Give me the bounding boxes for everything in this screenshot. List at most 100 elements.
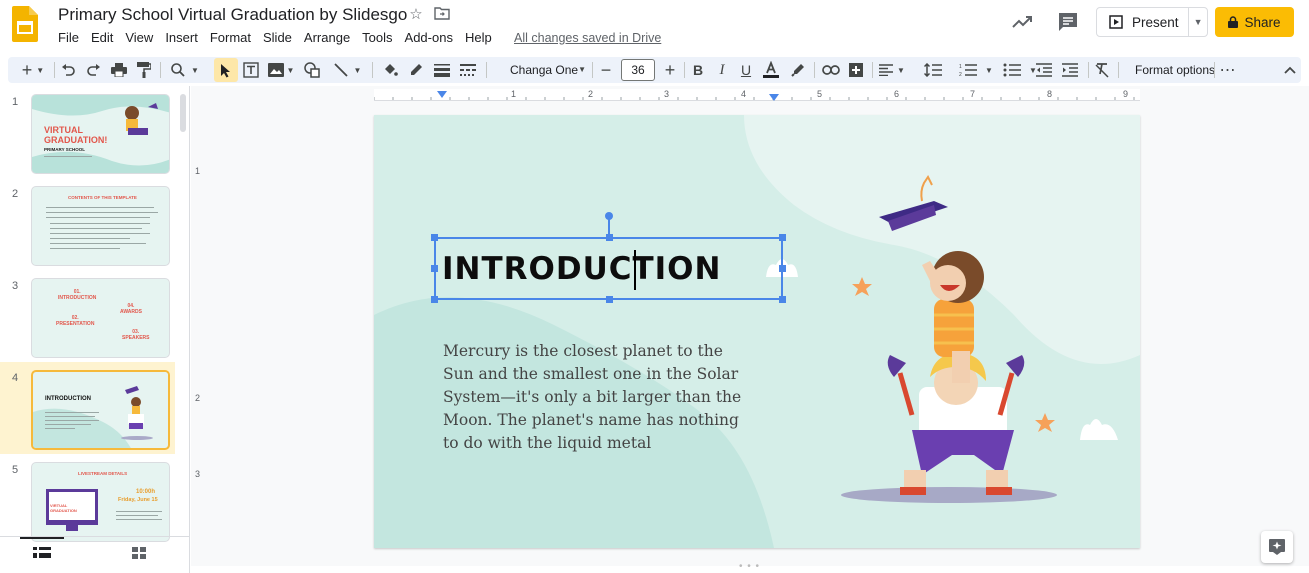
print-icon[interactable] — [109, 58, 129, 82]
menu-addons[interactable]: Add-ons — [399, 30, 459, 48]
slide-thumbnail[interactable]: VIRTUAL GRADUATION! PRIMARY SCHOOL — [31, 94, 170, 174]
thumb-text-line — [116, 519, 162, 520]
increase-font-size-icon[interactable]: + — [660, 58, 680, 82]
present-button[interactable]: Present ▼ — [1096, 7, 1208, 37]
vertical-ruler[interactable]: 1 2 3 — [195, 104, 205, 544]
insert-image-icon[interactable]: ▼ — [266, 58, 296, 82]
resize-handle-s[interactable] — [606, 296, 613, 303]
activity-trend-icon[interactable] — [1010, 10, 1034, 34]
text-color-icon[interactable] — [760, 58, 782, 82]
filmstrip-slide[interactable]: 1 VIRTUAL GRADUATION! PRIMARY SCHOOL — [0, 86, 176, 176]
ruler-number: 7 — [970, 89, 976, 99]
toolbar-divider — [684, 62, 685, 78]
redo-icon[interactable] — [84, 58, 104, 82]
insert-comment-icon[interactable] — [846, 58, 866, 82]
shape-icon[interactable] — [302, 58, 322, 82]
menu-file[interactable]: File — [52, 30, 85, 48]
filmstrip-slide[interactable]: 3 01. INTRODUCTION 04. AWARDS 02. PRESENTAT… — [0, 270, 176, 360]
resize-handle-nw[interactable] — [431, 234, 438, 241]
more-options-icon[interactable]: ⋯ — [1218, 58, 1238, 82]
menu-arrange[interactable]: Arrange — [298, 30, 356, 48]
present-dropdown-icon[interactable]: ▼ — [1189, 17, 1207, 27]
undo-icon[interactable] — [58, 58, 78, 82]
rotate-handle[interactable] — [605, 212, 613, 220]
decrease-indent-icon[interactable] — [1034, 58, 1054, 82]
format-options-button[interactable]: Format options — [1129, 58, 1221, 82]
filmstrip-slide[interactable]: 5 LIVESTREAM DETAILS VIRTUAL GRADUATION … — [0, 454, 176, 544]
menu-view[interactable]: View — [119, 30, 159, 48]
collapse-toolbar-icon[interactable] — [1280, 58, 1300, 82]
slide-thumbnail[interactable]: 01. INTRODUCTION 04. AWARDS 02. PRESENTATIO… — [31, 278, 170, 358]
numbered-list-icon[interactable]: 1 2 ▼ — [954, 58, 998, 82]
highlight-color-icon[interactable] — [788, 58, 808, 82]
toolbar-divider — [592, 62, 593, 78]
slide-thumbnail[interactable]: LIVESTREAM DETAILS VIRTUAL GRADUATION 10… — [31, 462, 170, 542]
font-size-input[interactable]: 36 — [621, 59, 655, 81]
menu-slide[interactable]: Slide — [257, 30, 298, 48]
text-box-icon[interactable] — [241, 58, 261, 82]
menu-help[interactable]: Help — [459, 30, 498, 48]
resize-handle-ne[interactable] — [779, 234, 786, 241]
star-icon[interactable]: ☆ — [407, 6, 425, 24]
resize-handle-n[interactable] — [606, 234, 613, 241]
selection-box[interactable] — [434, 237, 783, 300]
share-button[interactable]: Share — [1215, 7, 1294, 37]
save-status-link[interactable]: All changes saved in Drive — [514, 31, 661, 45]
slide-filmstrip: 1 VIRTUAL GRADUATION! PRIMARY SCHOOL 2 CO… — [0, 86, 190, 542]
right-indent-marker-icon[interactable] — [768, 94, 780, 102]
thumb-text-line — [46, 207, 154, 208]
resize-handle-e[interactable] — [779, 265, 786, 272]
border-color-icon[interactable] — [406, 58, 426, 82]
underline-icon[interactable]: U — [737, 58, 755, 82]
italic-icon[interactable]: I — [713, 58, 731, 82]
slide-canvas[interactable]: INTRODUCTION Mercury is the closest plan… — [374, 115, 1140, 548]
document-title[interactable]: Primary School Virtual Graduation by Sli… — [58, 5, 407, 25]
zoom-icon[interactable]: ▼ — [168, 58, 202, 82]
new-slide-icon[interactable]: + ▼ — [18, 58, 48, 82]
slide-thumbnail[interactable]: INTRODUCTION — [31, 370, 170, 450]
thumb-item: 01. INTRODUCTION — [58, 289, 97, 301]
speaker-notes-drag-handle-icon[interactable]: • • • — [739, 561, 760, 572]
slide-number: 1 — [12, 96, 19, 108]
horizontal-ruler[interactable]: 1 2 3 4 5 6 7 8 9 — [374, 89, 1140, 101]
filmstrip-scrollbar[interactable] — [180, 94, 186, 132]
thumb-text-line — [50, 228, 142, 229]
menu-format[interactable]: Format — [204, 30, 257, 48]
paint-format-icon[interactable] — [134, 58, 154, 82]
menu-tools[interactable]: Tools — [356, 30, 398, 48]
increase-indent-icon[interactable] — [1060, 58, 1080, 82]
ruler-number: 1 — [195, 166, 201, 176]
font-family-select[interactable]: Changa One ▼ — [502, 60, 590, 80]
filmstrip-view-icon[interactable] — [32, 545, 52, 561]
resize-handle-se[interactable] — [779, 296, 786, 303]
menu-insert[interactable]: Insert — [159, 30, 204, 48]
grid-view-icon[interactable] — [130, 545, 150, 561]
clear-formatting-icon[interactable] — [1092, 58, 1112, 82]
resize-handle-sw[interactable] — [431, 296, 438, 303]
resize-handle-w[interactable] — [431, 265, 438, 272]
border-weight-icon[interactable] — [432, 58, 452, 82]
slide-thumbnail[interactable]: CONTENTS OF THIS TEMPLATE — [31, 186, 170, 266]
insert-link-icon[interactable] — [820, 58, 842, 82]
border-dash-icon[interactable] — [458, 58, 478, 82]
move-to-folder-icon[interactable] — [433, 6, 451, 24]
select-cursor-icon[interactable] — [214, 58, 238, 82]
fill-color-icon[interactable] — [380, 58, 400, 82]
comment-history-icon[interactable] — [1056, 10, 1080, 34]
bold-icon[interactable]: B — [689, 58, 707, 82]
filmstrip-slide-selected[interactable]: 4 INTRODUCTION — [0, 362, 175, 454]
decrease-font-size-icon[interactable]: − — [596, 58, 616, 82]
present-main[interactable]: Present — [1097, 8, 1190, 36]
thumb-text-line — [45, 412, 99, 413]
left-indent-marker-icon[interactable] — [436, 91, 448, 99]
slides-logo-icon[interactable] — [12, 6, 38, 42]
thumb-text-line — [45, 424, 91, 425]
thumb-text-line — [45, 420, 99, 421]
line-icon[interactable]: ▼ — [330, 58, 364, 82]
explore-button[interactable] — [1261, 531, 1293, 563]
menu-edit[interactable]: Edit — [85, 30, 119, 48]
filmstrip-slide[interactable]: 2 CONTENTS OF THIS TEMPLATE — [0, 178, 176, 268]
line-spacing-icon[interactable] — [922, 58, 944, 82]
slide-body-text[interactable]: Mercury is the closest planet to the Sun… — [443, 340, 748, 455]
align-icon[interactable]: ▼ — [877, 58, 907, 82]
